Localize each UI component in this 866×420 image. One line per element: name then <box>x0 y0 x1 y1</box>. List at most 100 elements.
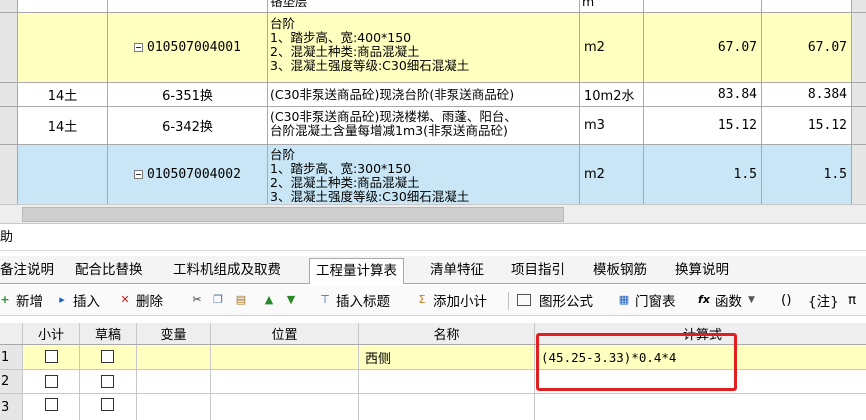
insert-title-icon: ⊤ <box>320 293 330 306</box>
insert-title-button[interactable]: ⊤ 插入标题 <box>318 290 390 310</box>
tab-formwork-rebar[interactable]: 模板钢筋 <box>587 258 653 282</box>
pi-button[interactable]: π <box>848 290 856 310</box>
tab-labor-material-machine[interactable]: 工料机组成及取费 <box>167 258 287 282</box>
desc-cell: 台阶 1、踏步高、宽:300*150 2、混凝土种类:商品混凝土 3、混凝土强度… <box>268 145 580 204</box>
annotation-highlight-box <box>536 333 737 391</box>
table-row[interactable]: 14土 6-342换 (C30非泵送商品砼)现浇楼梯、雨蓬、阳台、 台阶混凝土含… <box>0 107 866 145</box>
header-subtotal: 小计 <box>37 328 64 343</box>
insert-icon: ▸ <box>59 293 65 306</box>
subtotal-checkbox[interactable] <box>45 350 58 363</box>
qty-cell: 67.07 <box>717 40 757 55</box>
unit-cell: m <box>582 0 595 9</box>
subtotal-checkbox[interactable] <box>45 398 58 411</box>
position-cell[interactable] <box>211 394 359 420</box>
upper-grid: 铬垫层 m 010507004001 台阶 1、踏步高、宽:400*150 2、… <box>0 0 866 204</box>
graphic-formula-icon <box>517 294 531 306</box>
door-window-table-button[interactable]: ▦ 门窗表 <box>617 290 676 310</box>
subtotal-checkbox[interactable] <box>45 375 58 388</box>
row-number: 1 <box>1 349 10 365</box>
scrollbar-thumb[interactable] <box>22 207 564 222</box>
tab-item-features[interactable]: 清单特征 <box>424 258 490 282</box>
cut-icon: ✂ <box>192 293 202 306</box>
parens-button[interactable]: () <box>781 290 792 310</box>
desc-cell: 台阶 1、踏步高、宽:400*150 2、混凝土种类:商品混凝土 3、混凝土强度… <box>268 13 580 82</box>
function-button[interactable]: fx 函数 ▼ <box>697 290 755 310</box>
row-number: 2 <box>1 374 10 389</box>
table-row[interactable]: 3 <box>0 394 866 420</box>
row-number: 3 <box>1 399 10 415</box>
table-row[interactable]: 010507004001 台阶 1、踏步高、宽:400*150 2、混凝土种类:… <box>0 13 866 83</box>
note-button[interactable]: {注} <box>808 290 839 310</box>
move-down-button[interactable]: ▼ <box>284 290 302 310</box>
horizontal-scrollbar[interactable] <box>0 204 866 224</box>
unit-cell: m2 <box>584 167 605 182</box>
panel-label: 助 <box>0 230 14 245</box>
add-subtotal-button[interactable]: Σ 添加小计 <box>415 290 487 310</box>
name-cell[interactable] <box>359 394 535 420</box>
code-cell: 010507004001 <box>147 40 241 55</box>
add-icon: + <box>0 293 10 306</box>
toolbar-separator <box>508 292 509 310</box>
tab-remarks[interactable]: 备注说明 <box>0 258 60 282</box>
paste-button[interactable]: ▤ <box>234 290 252 310</box>
qty2-cell: 15.12 <box>807 118 847 133</box>
copy-button[interactable]: ❐ <box>211 290 229 310</box>
collapse-icon[interactable] <box>134 170 144 179</box>
divider <box>0 250 866 251</box>
header-name: 名称 <box>433 328 460 343</box>
table-row[interactable]: 010507004002 台阶 1、踏步高、宽:300*150 2、混凝土种类:… <box>0 145 866 204</box>
paste-icon: ▤ <box>235 293 247 306</box>
draft-checkbox[interactable] <box>101 375 114 388</box>
variable-cell[interactable] <box>137 345 211 369</box>
unit-cell: m2 <box>584 40 605 55</box>
name-cell[interactable]: 西侧 <box>365 348 391 367</box>
tab-quantity-calc[interactable]: 工程量计算表 <box>309 258 404 284</box>
header-draft: 草稿 <box>94 328 121 343</box>
variable-cell[interactable] <box>137 370 211 393</box>
desc-cell: (C30非泵送商品砼)现浇楼梯、雨蓬、阳台、 台阶混凝土含量每增减1m3(非泵送… <box>268 107 580 144</box>
draft-checkbox[interactable] <box>101 398 114 411</box>
arrow-up-icon: ▲ <box>264 293 274 306</box>
tab-mix-replace[interactable]: 配合比替换 <box>69 258 149 282</box>
qty2-cell: 67.07 <box>807 40 847 55</box>
variable-cell[interactable] <box>137 394 211 420</box>
code-cell: 010507004002 <box>147 167 241 182</box>
delete-icon: ✕ <box>120 293 130 306</box>
name-cell[interactable] <box>359 370 535 393</box>
code-cell: 6-342换 <box>162 120 213 135</box>
position-cell[interactable] <box>211 345 359 369</box>
cut-button[interactable]: ✂ <box>190 290 208 310</box>
move-up-button[interactable]: ▲ <box>262 290 280 310</box>
qty2-cell: 8.384 <box>807 87 847 102</box>
table-row[interactable]: 14土 6-351换 (C30非泵送商品砼)现浇台阶(非泵送商品砼) 10m2水… <box>0 83 866 107</box>
delete-button[interactable]: ✕ 删除 <box>118 290 163 310</box>
new-button[interactable]: + 新增 <box>0 290 43 310</box>
header-position: 位置 <box>271 328 298 343</box>
position-cell[interactable] <box>211 370 359 393</box>
subtotal-icon: Σ <box>418 293 426 306</box>
tab-conversion-notes[interactable]: 换算说明 <box>669 258 735 282</box>
desc-cell: (C30非泵送商品砼)现浇台阶(非泵送商品砼) <box>270 86 515 102</box>
category-cell: 14土 <box>47 89 78 104</box>
draft-checkbox[interactable] <box>101 350 114 363</box>
category-cell: 14土 <box>47 120 78 135</box>
table-row[interactable]: 铬垫层 m <box>0 0 866 13</box>
header-variable: 变量 <box>160 328 187 343</box>
unit-cell: m3 <box>584 118 605 133</box>
chevron-down-icon: ▼ <box>748 295 755 305</box>
formula-cell[interactable] <box>535 394 866 420</box>
qty-cell: 1.5 <box>733 167 757 182</box>
qty-cell: 83.84 <box>717 87 757 102</box>
desc-cell: 铬垫层 <box>270 0 308 9</box>
graphic-formula-button[interactable]: 图形公式 <box>517 290 593 310</box>
function-icon: fx <box>698 293 710 306</box>
door-window-icon: ▦ <box>618 293 630 306</box>
copy-icon: ❐ <box>213 293 223 306</box>
collapse-icon[interactable] <box>134 43 144 52</box>
insert-button[interactable]: ▸ 插入 <box>55 290 100 310</box>
unit-cell: 10m2水 <box>584 89 635 104</box>
arrow-down-icon: ▼ <box>286 293 296 306</box>
code-cell: 6-351换 <box>162 89 213 104</box>
qty2-cell: 1.5 <box>823 167 847 182</box>
tab-item-guide[interactable]: 项目指引 <box>505 258 571 282</box>
